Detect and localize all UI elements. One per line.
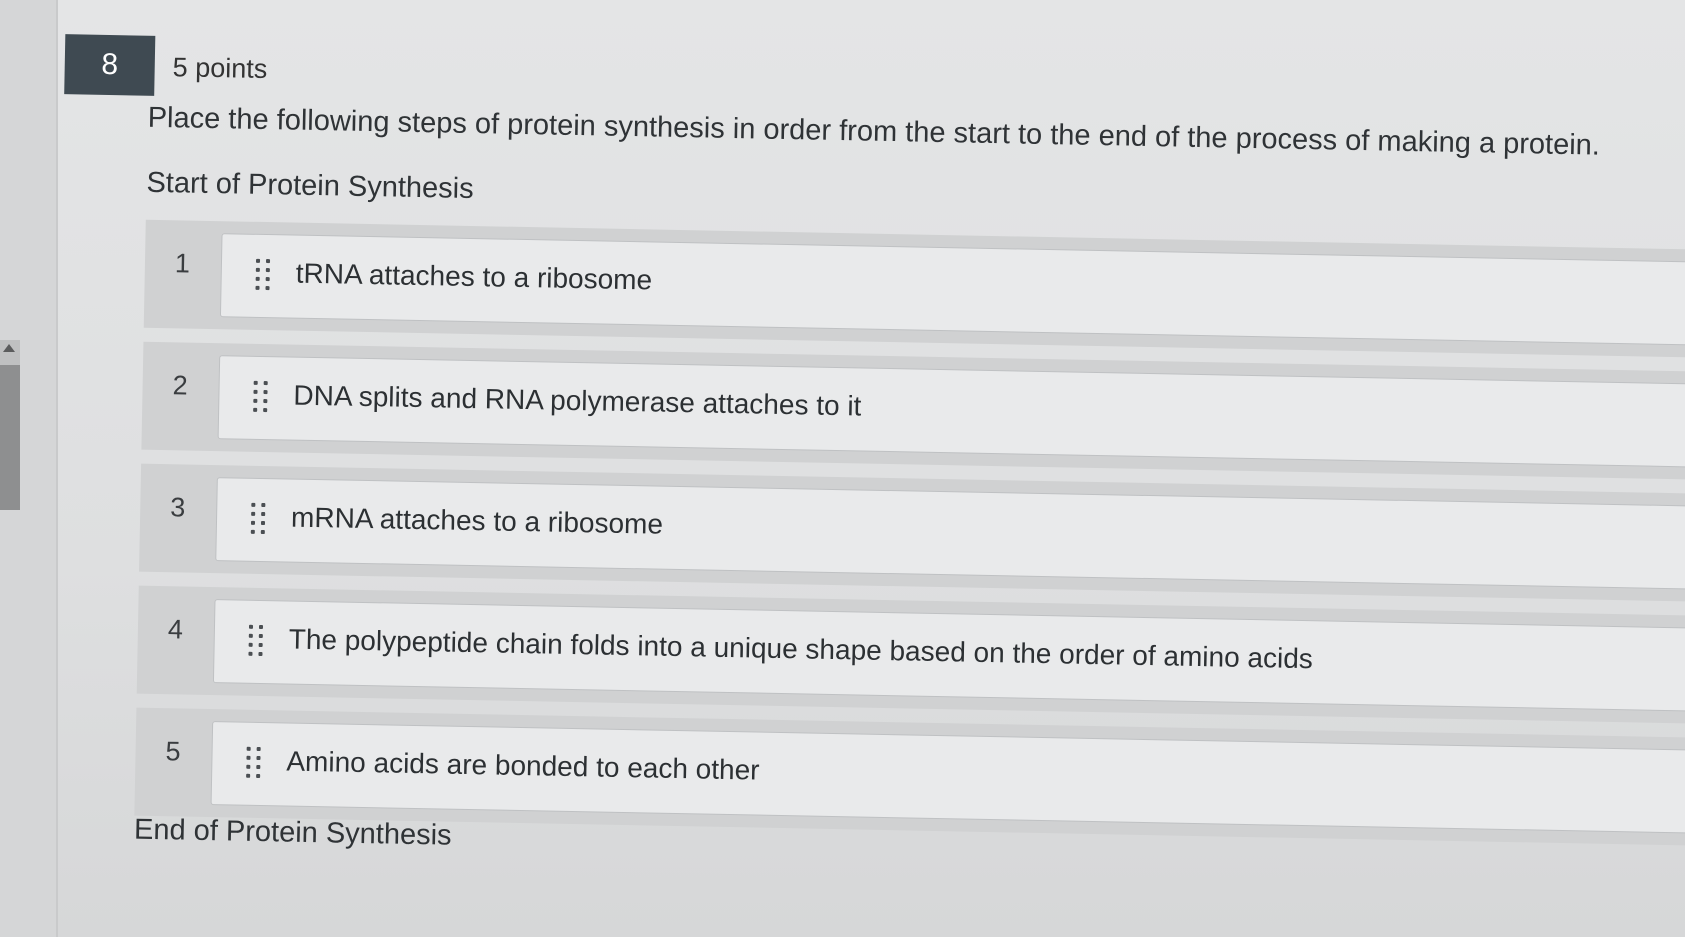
ordering-row: 4 The polypeptide chain folds into a uni…	[136, 585, 1685, 724]
scrollbar-thumb[interactable]	[0, 365, 20, 510]
drag-handle-icon[interactable]	[253, 380, 270, 413]
question-points: 5 points	[172, 52, 268, 85]
drag-handle-icon[interactable]	[255, 258, 272, 291]
item-label: DNA splits and RNA polymerase attaches t…	[293, 379, 862, 422]
item-label: Amino acids are bonded to each other	[286, 745, 760, 786]
item-label: mRNA attaches to a ribosome	[290, 501, 664, 540]
drag-handle-icon[interactable]	[248, 624, 265, 657]
row-position-number: 5	[165, 736, 181, 767]
start-label: Start of Protein Synthesis	[146, 166, 474, 206]
item-label: tRNA attaches to a ribosome	[295, 257, 653, 296]
question-card: 8 5 points Place the following steps of …	[40, 0, 1685, 937]
end-label: End of Protein Synthesis	[133, 813, 452, 852]
row-position-number: 1	[174, 248, 191, 279]
draggable-item[interactable]: Amino acids are bonded to each other	[210, 721, 1685, 834]
draggable-item[interactable]: mRNA attaches to a ribosome	[215, 477, 1685, 590]
drag-handle-icon[interactable]	[250, 502, 268, 535]
question-number-badge: 8	[64, 34, 156, 96]
draggable-item[interactable]: DNA splits and RNA polymerase attaches t…	[217, 355, 1685, 468]
ordering-list: 1 tRNA attaches to a ribosome 2 DNA spli…	[134, 219, 1685, 860]
draggable-item[interactable]: tRNA attaches to a ribosome	[219, 233, 1685, 346]
quiz-screen: 8 5 points Place the following steps of …	[0, 0, 1685, 937]
ordering-row: 1 tRNA attaches to a ribosome	[143, 219, 1685, 358]
drag-handle-icon[interactable]	[246, 746, 263, 779]
ordering-row: 3 mRNA attaches to a ribosome	[139, 463, 1685, 602]
draggable-item[interactable]: The polypeptide chain folds into a uniqu…	[212, 599, 1685, 712]
row-position-number: 2	[172, 370, 188, 401]
question-prompt: Place the following steps of protein syn…	[147, 101, 1601, 162]
ordering-row: 2 DNA splits and RNA polymerase attaches…	[141, 341, 1685, 480]
row-position-number: 3	[169, 492, 186, 523]
item-label: The polypeptide chain folds into a uniqu…	[288, 623, 1314, 675]
row-position-number: 4	[167, 614, 184, 645]
scroll-up-arrow-icon[interactable]	[3, 344, 15, 352]
